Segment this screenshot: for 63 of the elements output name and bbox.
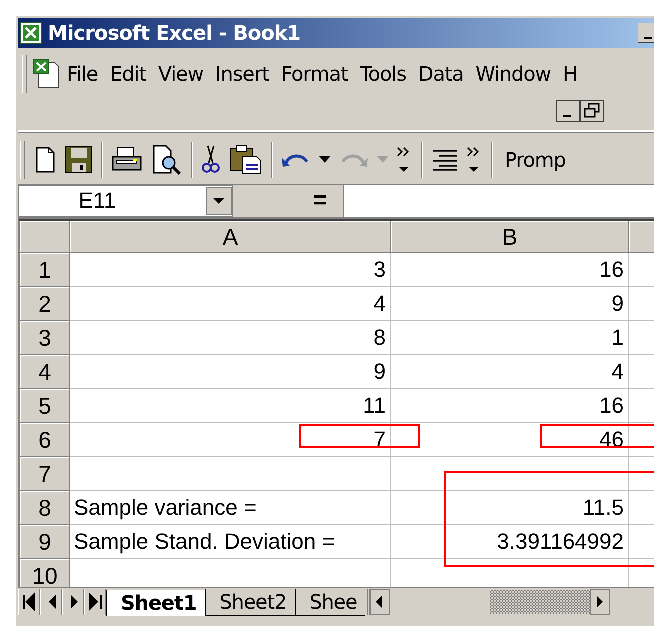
- menu-item[interactable]: Insert: [209, 62, 276, 86]
- row-header[interactable]: 9: [20, 525, 70, 559]
- menu-item[interactable]: Format: [275, 62, 354, 86]
- scroll-right-icon[interactable]: [590, 589, 610, 615]
- workbook-icon[interactable]: [33, 59, 61, 89]
- spreadsheet-app-icon: [20, 22, 42, 44]
- printer-icon[interactable]: [111, 146, 143, 174]
- row-header[interactable]: 2: [20, 287, 70, 321]
- scroll-left-icon[interactable]: [370, 589, 390, 615]
- table-cell-text: 11: [362, 392, 387, 418]
- row-header[interactable]: 1: [20, 253, 70, 287]
- column-header[interactable]: A: [70, 221, 391, 253]
- dropdown-icon[interactable]: [319, 156, 331, 164]
- menu-item[interactable]: Tools: [354, 62, 412, 86]
- formula-equals-button[interactable]: =: [233, 185, 343, 217]
- menu-item[interactable]: View: [152, 62, 210, 86]
- row-header[interactable]: 6: [20, 423, 70, 457]
- table-cell-text: 1: [610, 324, 625, 350]
- table-cell-text: 7: [372, 426, 387, 452]
- menu-item[interactable]: Data: [412, 62, 470, 86]
- table-cell-text: 3.391164992: [496, 528, 625, 554]
- next-sheet-icon[interactable]: [62, 589, 84, 615]
- menu-item[interactable]: File: [61, 62, 104, 86]
- table-cell-text: Sample variance =: [73, 494, 258, 520]
- restore-icon[interactable]: [580, 100, 604, 122]
- menu-item[interactable]: Window: [470, 62, 558, 86]
- save-icon[interactable]: [65, 146, 93, 174]
- paste-icon[interactable]: [229, 145, 263, 175]
- select-all-button[interactable]: [20, 221, 70, 253]
- row-header[interactable]: 8: [20, 491, 70, 525]
- row-header[interactable]: 10: [20, 559, 70, 587]
- cut-icon[interactable]: [201, 145, 221, 175]
- minimize-icon[interactable]: [638, 23, 654, 43]
- column-header[interactable]: B: [391, 221, 629, 253]
- name-box[interactable]: E11: [18, 185, 233, 217]
- row-header[interactable]: 3: [20, 321, 70, 355]
- table-cell-text: 9: [610, 290, 625, 316]
- horizontal-scrollbar[interactable]: [367, 589, 610, 615]
- print-preview-icon[interactable]: [151, 145, 183, 175]
- table-cell-text: 16: [598, 392, 625, 418]
- row-header[interactable]: 4: [20, 355, 70, 389]
- align-right-icon[interactable]: [431, 149, 459, 171]
- first-sheet-icon[interactable]: [18, 589, 40, 615]
- menu-item[interactable]: Edit: [104, 62, 152, 86]
- table-cell-text: 8: [372, 324, 387, 350]
- dropdown-icon[interactable]: [206, 186, 232, 216]
- sheet-tab[interactable]: Shee: [294, 589, 366, 616]
- previous-sheet-icon[interactable]: [40, 589, 62, 615]
- minimize-icon[interactable]: [556, 100, 580, 122]
- table-cell-text: 3: [372, 256, 387, 282]
- row-header[interactable]: 5: [20, 389, 70, 423]
- table-cell-text: 9: [372, 358, 387, 384]
- table-cell-text: 11.5: [582, 494, 625, 520]
- row-header[interactable]: 7: [20, 457, 70, 491]
- table-cell-text: 4: [372, 290, 387, 316]
- table-cell-text: 16: [598, 256, 625, 282]
- sheet-tab[interactable]: Sheet2: [204, 589, 295, 616]
- formula-input-field[interactable]: [343, 185, 654, 217]
- table-cell-text: 4: [610, 358, 625, 384]
- menu-item[interactable]: H: [557, 62, 584, 86]
- window-title: Microsoft Excel - Book1: [48, 21, 301, 45]
- table-cell-text: Sample Stand. Deviation =: [73, 528, 336, 554]
- sheet-tab[interactable]: Sheet1: [106, 590, 205, 616]
